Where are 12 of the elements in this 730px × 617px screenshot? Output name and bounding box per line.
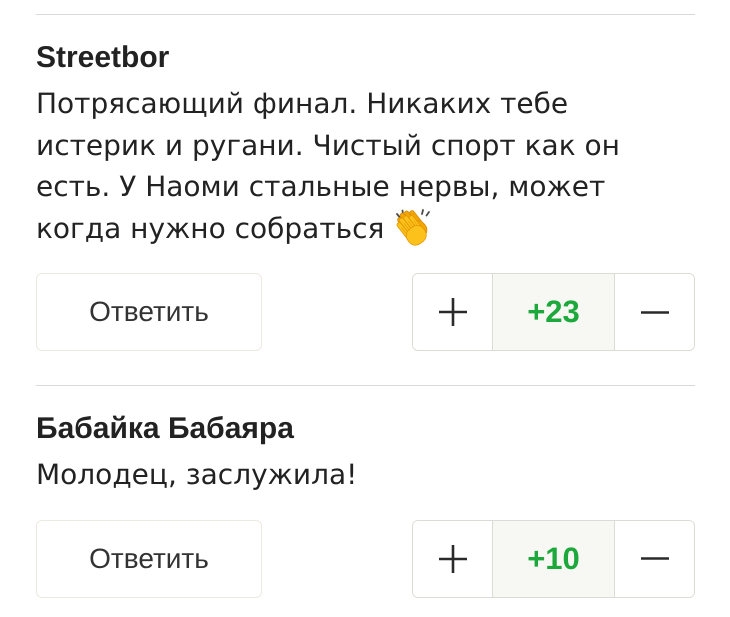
vote-score: +23: [492, 274, 615, 350]
comment-author: Бабайка Бабаяра: [36, 414, 294, 444]
plus-icon: [438, 544, 466, 572]
minus-icon: [640, 557, 668, 560]
reply-button[interactable]: Ответить: [36, 273, 262, 351]
reply-button[interactable]: Ответить: [36, 520, 262, 598]
comment-author: Streetbor: [36, 43, 170, 73]
comment-text: Молодец, заслужила!: [36, 458, 358, 491]
minus-icon: [640, 310, 668, 314]
plus-icon: [438, 298, 466, 326]
vote-score: +10: [492, 520, 615, 596]
comment-text: Потрясающий финал. Никаких тебе истерик и ругани. Чистый спорт как он есть. У Наоми стальные нервы, может когда нужно собраться: [36, 87, 620, 244]
